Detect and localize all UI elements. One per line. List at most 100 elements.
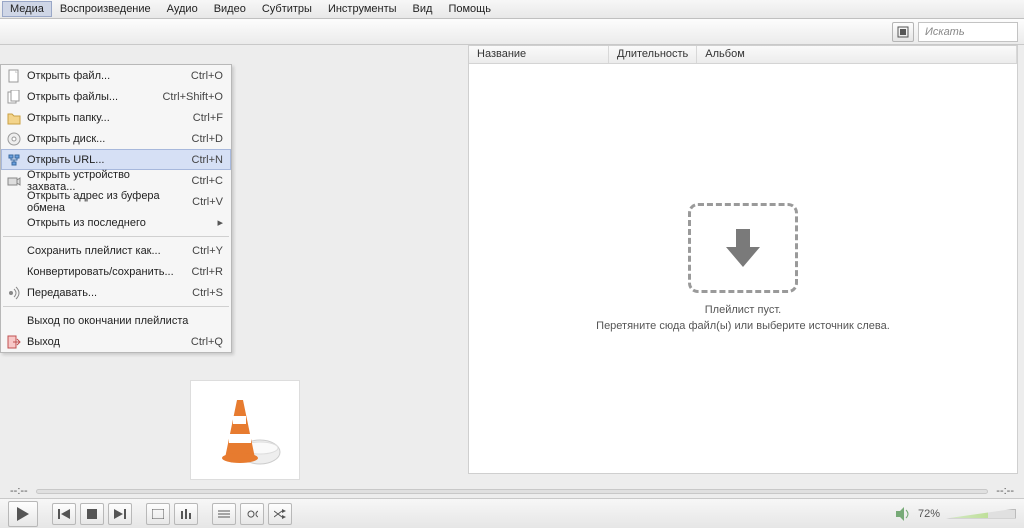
menu-item-4[interactable]: Открыть URL... Ctrl+N	[1, 149, 231, 170]
menu-item-label: Передавать...	[27, 287, 180, 299]
disc-icon	[5, 131, 23, 147]
empty-hint: Перетяните сюда файл(ы) или выберите ист…	[596, 319, 890, 334]
menu-tools[interactable]: Инструменты	[320, 1, 405, 17]
menu-item-1[interactable]: Открыть файлы... Ctrl+Shift+O	[1, 86, 231, 107]
menu-item-7[interactable]: Открыть из последнего	[1, 212, 231, 233]
menu-playback[interactable]: Воспроизведение	[52, 1, 159, 17]
time-elapsed: --:--	[10, 485, 28, 497]
skip-back-icon	[58, 509, 70, 519]
col-title[interactable]: Название	[469, 46, 609, 63]
next-button[interactable]	[108, 503, 132, 525]
files-icon	[5, 89, 23, 105]
menu-item-shortcut: Ctrl+V	[192, 196, 223, 208]
seek-slider[interactable]	[36, 489, 989, 494]
menu-item-label: Сохранить плейлист как...	[27, 245, 180, 257]
playlist-panel: Название Длительность Альбом Плейлист пу…	[468, 45, 1018, 474]
blank-icon	[5, 313, 23, 329]
vlc-logo	[190, 380, 300, 480]
exit-icon	[5, 334, 23, 350]
skip-forward-icon	[114, 509, 126, 519]
playlist-button[interactable]	[212, 503, 236, 525]
prev-button[interactable]	[52, 503, 76, 525]
menu-item-14[interactable]: Выход Ctrl+Q	[1, 331, 231, 352]
menu-item-label: Открыть файл...	[27, 70, 179, 82]
seekbar: --:-- --:--	[0, 484, 1024, 498]
network-icon	[5, 152, 23, 168]
menu-subtitles[interactable]: Субтитры	[254, 1, 320, 17]
menu-item-0[interactable]: Открыть файл...Ctrl+O	[1, 65, 231, 86]
media-dropdown: Открыть файл...Ctrl+O Открыть файлы... Ctr…	[0, 64, 232, 353]
menu-item-shortcut: Ctrl+C	[192, 175, 223, 187]
volume-label: 72%	[918, 508, 940, 520]
menu-item-10[interactable]: Конвертировать/сохранить... Ctrl+R	[1, 261, 231, 282]
capture-icon	[5, 173, 23, 189]
menu-item-9[interactable]: Сохранить плейлист как... Ctrl+Y	[1, 240, 231, 261]
loop-icon	[246, 509, 258, 519]
arrow-down-icon	[718, 223, 768, 273]
menu-item-5[interactable]: Открыть устройство захвата...Ctrl+C	[1, 170, 231, 191]
menu-item-label: Открыть диск...	[27, 133, 180, 145]
menu-item-6[interactable]: Открыть адрес из буфера обменаCtrl+V	[1, 191, 231, 212]
shuffle-icon	[274, 509, 286, 519]
play-button[interactable]	[8, 501, 38, 527]
menu-item-label: Открыть файлы...	[27, 91, 150, 103]
menu-item-label: Конвертировать/сохранить...	[27, 266, 180, 278]
menu-item-label: Выход	[27, 336, 179, 348]
volume-slider[interactable]	[946, 509, 1016, 519]
stream-icon	[5, 285, 23, 301]
menu-audio[interactable]: Аудио	[159, 1, 206, 17]
col-duration[interactable]: Длительность	[609, 46, 697, 63]
menu-item-shortcut: Ctrl+D	[192, 133, 223, 145]
menu-item-label: Открыть папку...	[27, 112, 181, 124]
menu-help[interactable]: Помощь	[440, 1, 499, 17]
blank-icon	[5, 264, 23, 280]
folder-icon	[5, 110, 23, 126]
equalizer-icon	[180, 509, 192, 519]
shuffle-button[interactable]	[268, 503, 292, 525]
ext-settings-button[interactable]	[174, 503, 198, 525]
cone-icon	[205, 390, 285, 470]
menu-item-shortcut: Ctrl+Q	[191, 336, 223, 348]
volume-area: 72%	[896, 507, 1016, 521]
col-album[interactable]: Альбом	[697, 46, 1017, 63]
play-icon	[17, 507, 29, 521]
view-toggle-button[interactable]	[892, 22, 914, 42]
toolbar: Искать	[0, 19, 1024, 45]
list-icon	[218, 509, 230, 519]
search-input[interactable]: Искать	[918, 22, 1018, 42]
fullscreen-button[interactable]	[146, 503, 170, 525]
menu-item-shortcut: Ctrl+Shift+O	[162, 91, 223, 103]
drop-target-icon	[688, 203, 798, 293]
grid-icon	[897, 26, 909, 38]
time-total: --:--	[996, 485, 1014, 497]
playlist-body[interactable]: Плейлист пуст. Перетяните сюда файл(ы) и…	[469, 64, 1017, 473]
menu-view[interactable]: Вид	[405, 1, 441, 17]
stop-icon	[87, 509, 97, 519]
menu-item-label: Выход по окончании плейлиста	[27, 315, 223, 327]
menu-item-13[interactable]: Выход по окончании плейлиста	[1, 310, 231, 331]
menu-item-shortcut: Ctrl+F	[193, 112, 223, 124]
playlist-header: Название Длительность Альбом	[469, 46, 1017, 64]
blank-icon	[5, 194, 23, 210]
menu-item-shortcut: Ctrl+R	[192, 266, 223, 278]
loop-button[interactable]	[240, 503, 264, 525]
menu-item-3[interactable]: Открыть диск... Ctrl+D	[1, 128, 231, 149]
menu-item-2[interactable]: Открыть папку... Ctrl+F	[1, 107, 231, 128]
blank-icon	[5, 243, 23, 259]
playlist-empty-text: Плейлист пуст. Перетяните сюда файл(ы) и…	[596, 303, 890, 334]
menu-media[interactable]: Медиа	[2, 1, 52, 17]
speaker-icon[interactable]	[896, 507, 912, 521]
blank-icon	[5, 215, 23, 231]
stop-button[interactable]	[80, 503, 104, 525]
menu-video[interactable]: Видео	[206, 1, 254, 17]
menu-item-shortcut: Ctrl+N	[192, 154, 223, 166]
menu-item-11[interactable]: Передавать... Ctrl+S	[1, 282, 231, 303]
menu-item-shortcut: Ctrl+S	[192, 287, 223, 299]
menu-item-label: Открыть из последнего	[27, 217, 217, 229]
menu-item-shortcut: Ctrl+Y	[192, 245, 223, 257]
content-area: Открыть файл...Ctrl+O Открыть файлы... Ctr…	[0, 45, 1024, 484]
empty-title: Плейлист пуст.	[596, 303, 890, 318]
menu-item-label: Открыть URL...	[27, 154, 180, 166]
controls-bar: 72%	[0, 498, 1024, 528]
menubar: Медиа Воспроизведение Аудио Видео Субтит…	[0, 0, 1024, 19]
